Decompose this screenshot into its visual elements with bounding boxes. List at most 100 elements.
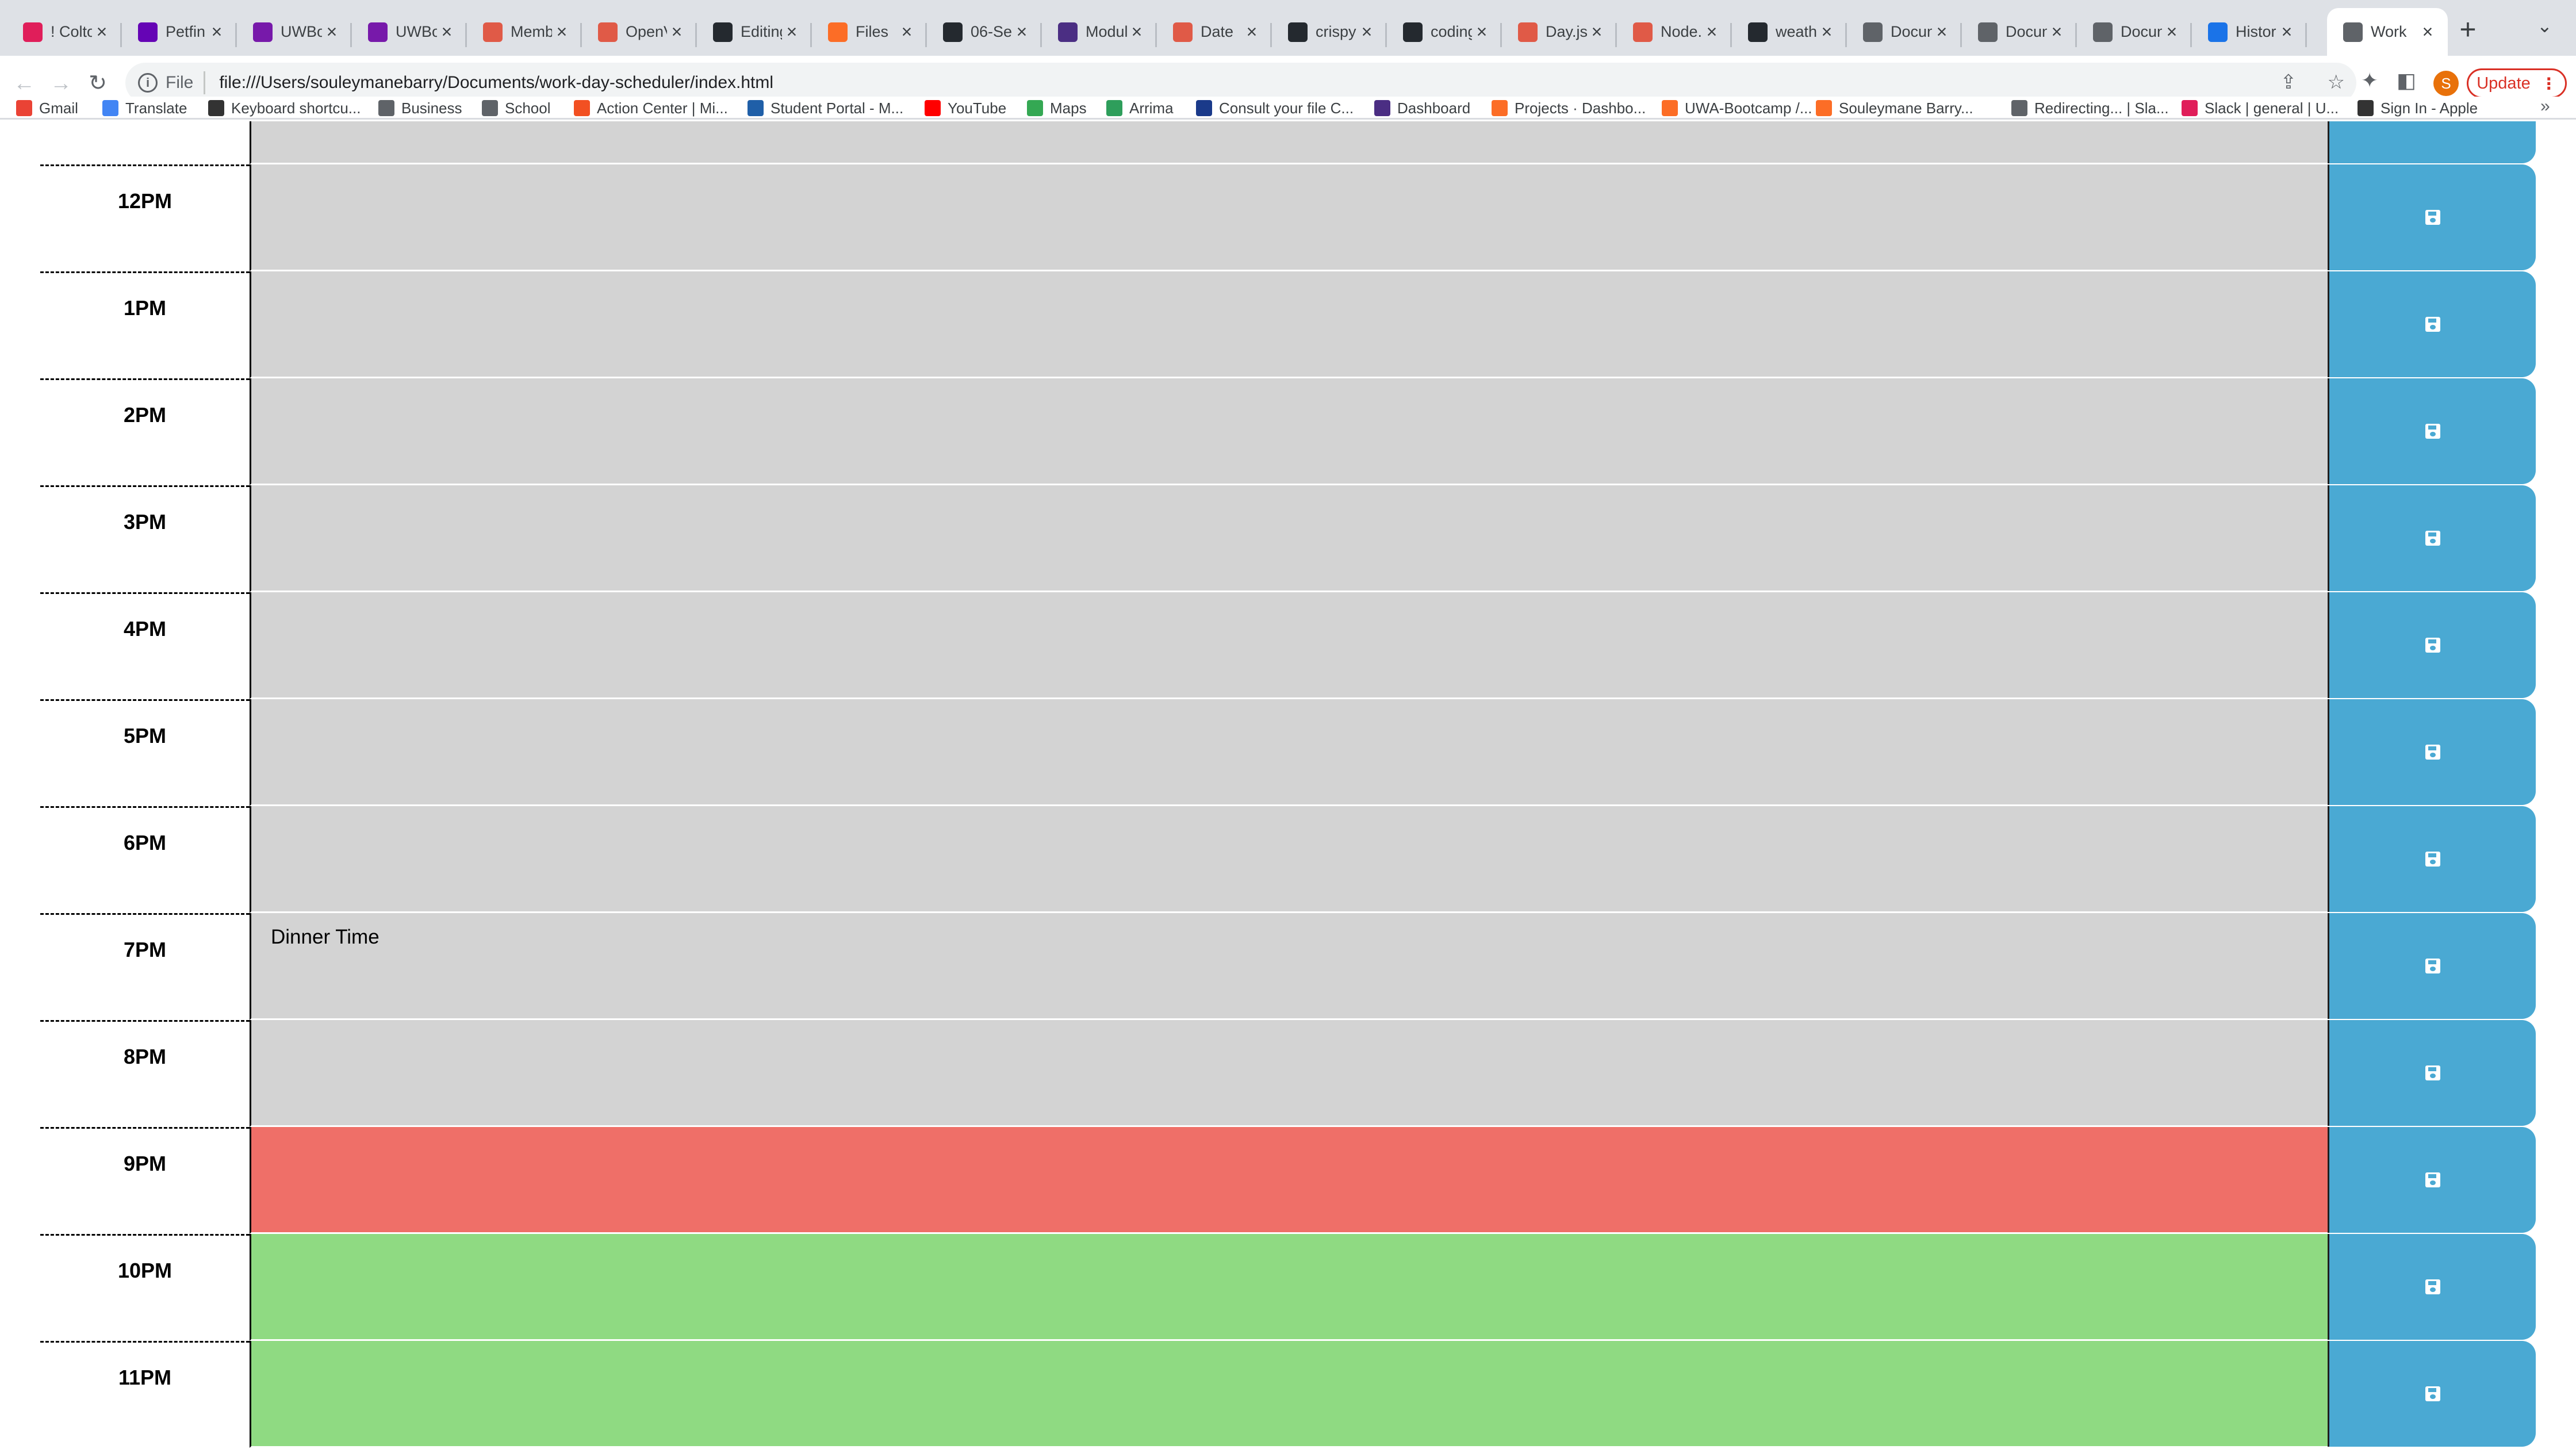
save-button[interactable] [2328,1341,2536,1447]
bookmark-item[interactable]: Gmail [16,97,78,120]
event-description-textarea[interactable] [250,699,2328,806]
bookmark-item[interactable]: Redirecting... | Sla... [2011,97,2169,120]
bookmark-item[interactable]: Action Center | Mi... [574,97,728,120]
event-description-textarea[interactable] [250,1341,2328,1448]
save-button[interactable] [2328,913,2536,1019]
browser-tab[interactable]: Modul × [1042,8,1157,56]
browser-tab[interactable]: Docun × [1962,8,2077,56]
browser-tab[interactable]: Docun × [2077,8,2192,56]
bookmark-item[interactable]: UWA-Bootcamp /... [1662,97,1812,120]
url-text[interactable]: file:///Users/souleymanebarry/Documents/… [219,73,773,93]
save-button[interactable] [2328,699,2536,805]
browser-tab[interactable]: Docun × [1847,8,1962,56]
browser-tab[interactable]: ! Colto × [7,8,122,56]
close-tab-icon[interactable]: × [897,21,917,43]
bookmark-item[interactable]: Slack | general | U... [2182,97,2339,120]
save-button[interactable] [2328,1234,2536,1340]
bookmark-item[interactable]: Student Portal - M... [747,97,903,120]
close-tab-icon[interactable]: × [2047,21,2067,43]
save-button[interactable] [2328,806,2536,912]
new-tab-button[interactable]: + [2451,13,2485,46]
close-tab-icon[interactable]: × [1932,21,1952,43]
reload-icon[interactable]: ↻ [82,67,114,99]
event-description-textarea[interactable] [250,1020,2328,1127]
event-description-textarea[interactable] [250,271,2328,378]
browser-tab[interactable]: Editing× [697,8,812,56]
kebab-menu-icon[interactable]: ⋮ [2541,74,2557,93]
bookmark-item[interactable]: YouTube [925,97,1006,120]
update-button[interactable]: Update ⋮ [2467,68,2567,98]
browser-tab[interactable]: 06-Se × [927,8,1042,56]
save-button[interactable] [2328,378,2536,484]
close-tab-icon[interactable]: × [782,21,802,43]
close-tab-icon[interactable]: × [2162,21,2182,43]
browser-tab[interactable]: OpenV× [582,8,697,56]
bookmark-item[interactable]: Keyboard shortcu... [208,97,361,120]
save-button[interactable] [2328,1020,2536,1126]
event-description-textarea[interactable] [250,378,2328,485]
save-button[interactable] [2328,271,2536,377]
event-description-textarea[interactable] [250,485,2328,592]
browser-tab[interactable]: Work × [2327,8,2448,56]
bookmark-item[interactable]: Dashboard [1374,97,1470,120]
bookmark-item[interactable]: Souleymane Barry... [1816,97,1973,120]
browser-tab[interactable]: weath × [1732,8,1847,56]
event-description-textarea[interactable] [250,121,2328,164]
close-tab-icon[interactable]: × [667,21,687,43]
bookmark-item[interactable]: Consult your file C... [1196,97,1354,120]
browser-tab[interactable]: crispy × [1272,8,1387,56]
side-panel-icon[interactable]: ◧ [2397,68,2416,93]
close-tab-icon[interactable]: × [1242,21,1262,43]
browser-tab[interactable]: Date × [1157,8,1272,56]
event-description-textarea[interactable] [250,1234,2328,1341]
close-tab-icon[interactable]: × [552,21,572,43]
bookmark-item[interactable]: Business [378,97,462,120]
save-button[interactable] [2328,164,2536,270]
save-button[interactable] [2328,121,2536,163]
event-description-textarea[interactable]: Dinner Time [250,913,2328,1020]
close-tab-icon[interactable]: × [1357,21,1377,43]
event-description-textarea[interactable] [250,592,2328,699]
bookmark-item[interactable]: Arrima [1106,97,1174,120]
info-icon[interactable]: i [138,73,158,93]
bookmarks-overflow-icon[interactable]: » [2540,97,2550,116]
browser-tab[interactable]: UWBo × [352,8,467,56]
close-tab-icon[interactable]: × [1127,21,1147,43]
event-description-textarea[interactable] [250,1127,2328,1234]
close-tab-icon[interactable]: × [92,21,112,43]
bookmark-item[interactable]: Sign In - Apple [2358,97,2478,120]
close-tab-icon[interactable]: × [207,21,227,43]
event-description-textarea[interactable] [250,806,2328,913]
close-tab-icon[interactable]: × [1012,21,1032,43]
close-tab-icon[interactable]: × [1587,21,1607,43]
bookmark-item[interactable]: School [482,97,551,120]
save-button[interactable] [2328,485,2536,591]
close-tab-icon[interactable]: × [437,21,457,43]
profile-avatar[interactable]: S [2433,71,2459,96]
close-tab-icon[interactable]: × [1472,21,1492,43]
close-tab-icon[interactable]: × [322,21,342,43]
back-arrow-icon[interactable]: ← [8,67,40,99]
browser-tab[interactable]: Files × [812,8,927,56]
share-icon[interactable]: ⇪ [2280,71,2297,93]
browser-tab[interactable]: Node. × [1617,8,1732,56]
save-button[interactable] [2328,1127,2536,1233]
bookmark-star-icon[interactable]: ☆ [2328,71,2345,93]
tab-search-chevron-icon[interactable]: ⌄ [2537,15,2552,37]
close-tab-icon[interactable]: × [1702,21,1722,43]
browser-tab[interactable]: coding × [1387,8,1502,56]
browser-tab[interactable]: Histor × [2192,8,2307,56]
bookmark-item[interactable]: Maps [1027,97,1087,120]
close-tab-icon[interactable]: × [1817,21,1837,43]
bookmark-item[interactable]: Translate [102,97,187,120]
forward-arrow-icon[interactable]: → [45,67,77,99]
save-button[interactable] [2328,592,2536,698]
bookmark-item[interactable]: Projects · Dashbo... [1492,97,1646,120]
browser-tab[interactable]: Petfin × [122,8,237,56]
browser-tab[interactable]: Day.js × [1502,8,1617,56]
event-description-textarea[interactable] [250,164,2328,271]
close-tab-icon[interactable]: × [2277,21,2297,43]
close-tab-icon[interactable]: × [2418,21,2437,43]
browser-tab[interactable]: Memb × [467,8,582,56]
browser-tab[interactable]: UWBo × [237,8,352,56]
